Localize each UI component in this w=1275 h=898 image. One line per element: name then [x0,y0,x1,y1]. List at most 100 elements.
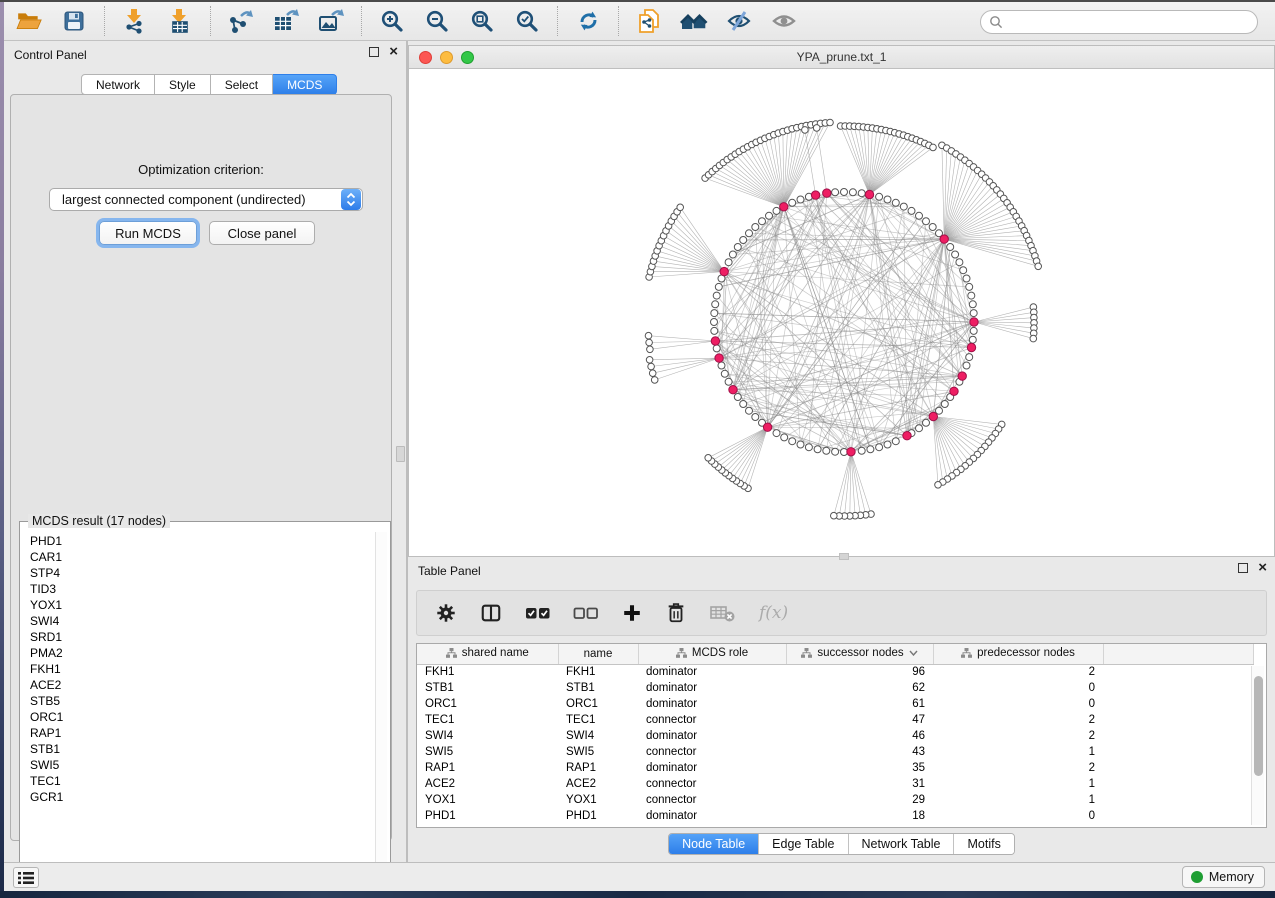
table-cell: 2 [933,728,1103,744]
table-row[interactable]: PHD1PHD1dominator180 [417,808,1253,824]
table-row[interactable]: YOX1YOX1connector291 [417,792,1253,808]
search-input[interactable] [1007,12,1257,32]
delete-table-button[interactable] [709,602,737,624]
table-scrollbar-thumb[interactable] [1254,676,1263,776]
save-session-button[interactable] [59,7,89,35]
close-panel-button[interactable]: × [389,47,398,57]
horizontal-splitter-grip[interactable] [839,553,849,560]
table-row[interactable]: ACE2ACE2connector311 [417,776,1253,792]
export-table-button[interactable] [271,7,301,35]
mcds-result-item[interactable]: SWI4 [22,613,374,629]
mcds-result-item[interactable]: SRD1 [22,629,374,645]
zoom-in-button[interactable] [377,7,407,35]
mcds-result-item[interactable]: RAP1 [22,725,374,741]
open-file-button[interactable] [14,7,44,35]
zoom-fit-icon [470,9,494,33]
zoom-selected-button[interactable] [512,7,542,35]
search-field[interactable] [980,10,1258,34]
column-header-shared-name[interactable]: shared name [417,644,558,664]
table-scrollbar[interactable] [1251,666,1264,825]
import-network-button[interactable] [120,7,150,35]
mcds-result-item[interactable]: TEC1 [22,773,374,789]
table-cell: dominator [638,696,786,712]
table-toolbar: f(x) [416,590,1267,636]
tab-edge-table[interactable]: Edge Table [758,834,847,854]
column-header-predecessor-nodes[interactable]: predecessor nodes [933,644,1103,664]
table-row[interactable]: RAP1RAP1dominator352 [417,760,1253,776]
mcds-result-item[interactable]: PHD1 [22,533,374,549]
control-panel-titlebar: Control Panel × [4,41,406,67]
show-all-panels-button[interactable] [679,7,709,35]
memory-button[interactable]: Memory [1182,866,1265,888]
mcds-result-item[interactable]: STP4 [22,565,374,581]
float-table-panel-button[interactable] [1238,563,1248,573]
tab-select[interactable]: Select [211,74,273,95]
table-cell: FKH1 [417,664,558,680]
tab-network-table[interactable]: Network Table [848,834,954,854]
mcds-result-item[interactable]: ORC1 [22,709,374,725]
delete-column-button[interactable] [665,601,687,625]
zoom-out-button[interactable] [422,7,452,35]
table-row[interactable]: TEC1TEC1connector472 [417,712,1253,728]
table-row[interactable]: SWI5SWI5connector431 [417,744,1253,760]
zoom-fit-button[interactable] [467,7,497,35]
network-window-titlebar[interactable]: YPA_prune.txt_1 [409,46,1274,69]
optimization-criterion-label: Optimization criterion: [11,162,391,177]
column-header-name[interactable]: name [558,644,638,664]
task-history-button[interactable] [13,867,39,888]
mcds-result-item[interactable]: PMA2 [22,645,374,661]
criterion-select[interactable]: largest connected component (undirected) [49,188,363,211]
run-mcds-button[interactable]: Run MCDS [99,221,197,245]
export-network-button[interactable] [226,7,256,35]
import-table-button[interactable] [165,7,195,35]
clone-network-button[interactable] [634,7,664,35]
float-panel-button[interactable] [369,47,379,57]
network-canvas[interactable] [409,69,1274,556]
mcds-result-item[interactable]: GCR1 [22,789,374,805]
mcds-result-item[interactable]: ACE2 [22,677,374,693]
mcds-result-item[interactable]: SWI5 [22,757,374,773]
mcds-result-item[interactable]: STB5 [22,693,374,709]
window-maximize-button[interactable] [461,51,474,64]
mcds-result-item[interactable]: CAR1 [22,549,374,565]
table-cell: 31 [786,776,933,792]
tab-style[interactable]: Style [155,74,211,95]
toolbar-separator [104,6,105,36]
tab-motifs[interactable]: Motifs [953,834,1013,854]
table-row[interactable]: FKH1FKH1dominator962 [417,664,1253,680]
tab-network[interactable]: Network [81,74,155,95]
column-header-mcds-role[interactable]: MCDS role [638,644,786,664]
gear-icon [435,602,457,624]
add-column-button[interactable] [621,602,643,624]
export-image-button[interactable] [316,7,346,35]
table-row[interactable]: ORC1ORC1dominator610 [417,696,1253,712]
close-table-panel-button[interactable]: × [1258,563,1267,573]
mcds-result-item[interactable]: FKH1 [22,661,374,677]
tab-mcds[interactable]: MCDS [273,74,337,95]
function-builder-button[interactable]: f(x) [759,603,788,623]
tree-icon [961,648,972,658]
table-row[interactable]: SWI4SWI4dominator462 [417,728,1253,744]
select-all-button[interactable] [525,604,551,622]
list-icon [18,871,34,885]
mcds-result-item[interactable]: YOX1 [22,597,374,613]
vertical-splitter-grip[interactable] [396,446,405,462]
tab-node-table[interactable]: Node Table [669,834,758,854]
table-row[interactable]: STB1STB1dominator620 [417,680,1253,696]
window-minimize-button[interactable] [440,51,453,64]
refresh-button[interactable] [573,7,603,35]
network-window-title: YPA_prune.txt_1 [409,46,1274,68]
close-panel-button-mcds[interactable]: Close panel [209,221,315,245]
table-settings-button[interactable] [435,602,457,624]
show-columns-button[interactable] [479,602,503,624]
window-close-button[interactable] [419,51,432,64]
table-tabs: Node Table Edge Table Network Table Moti… [408,833,1275,855]
column-header-successor-nodes[interactable]: successor nodes [786,644,933,664]
unselect-all-button[interactable] [573,604,599,622]
mcds-list-scrollbar[interactable] [375,532,387,885]
mcds-result-item[interactable]: STB1 [22,741,374,757]
table-cell: SWI4 [417,728,558,744]
mcds-result-item[interactable]: TID3 [22,581,374,597]
birdseye-button[interactable] [769,7,799,35]
hide-panels-button[interactable] [724,7,754,35]
